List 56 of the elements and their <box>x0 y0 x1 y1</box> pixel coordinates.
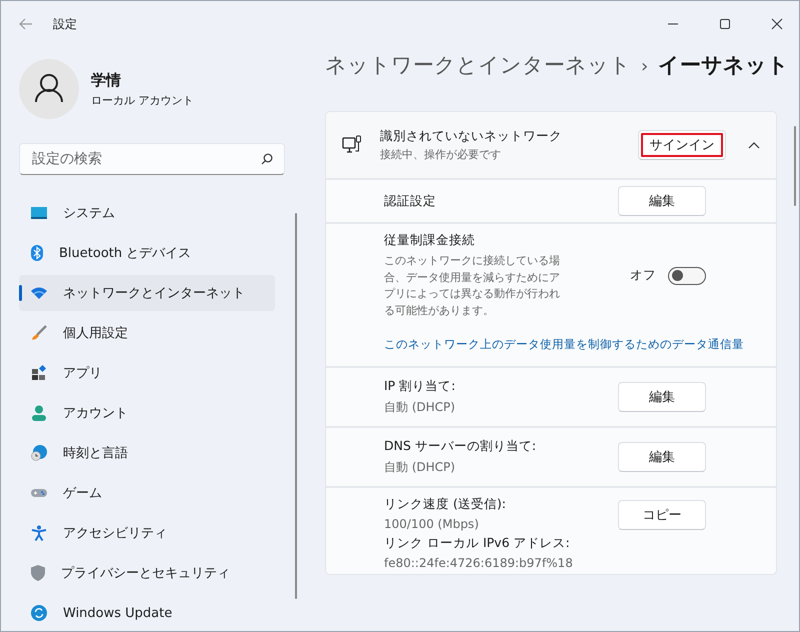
user-name: 学情 <box>91 70 122 90</box>
globe-clock-icon <box>31 445 47 461</box>
sidebar-item[interactable]: プライバシーとセキュリティ <box>19 555 275 591</box>
network-name: 識別されていないネットワーク <box>380 128 563 145</box>
search-icon <box>261 153 273 165</box>
edit-button[interactable]: 編集 <box>618 186 706 216</box>
refresh-icon <box>31 605 47 621</box>
sidebar-item[interactable]: 個人用設定 <box>19 315 275 351</box>
brush-icon <box>31 325 47 341</box>
data-limit-link[interactable]: このネットワーク上のデータ使用量を制御するためのデータ通信量 <box>384 337 772 352</box>
sidebar-item[interactable]: アカウント <box>19 395 275 431</box>
setting-description: このネットワークに接続している場合、データ使用量を減らすためにアプリによっては異なる動作が行われる可能性があります。 <box>384 253 561 318</box>
maximize-icon[interactable] <box>719 18 731 30</box>
shield-icon <box>31 565 45 581</box>
sidebar-item[interactable]: 時刻と言語 <box>19 435 275 471</box>
monitor-icon <box>31 205 47 221</box>
bluetooth-icon <box>31 245 43 261</box>
sidebar-item[interactable]: アクセシビリティ <box>19 515 275 551</box>
apps-icon <box>31 365 47 381</box>
setting-label: 従量制課金接続 <box>384 232 476 249</box>
setting-label: 認証設定 <box>384 192 437 210</box>
setting-value: 自動 (DHCP) <box>384 399 456 416</box>
edit-button[interactable]: 編集 <box>618 442 706 472</box>
copy-button[interactable]: コピー <box>618 500 706 530</box>
edit-button[interactable]: 編集 <box>618 382 706 412</box>
account-type: ローカル アカウント <box>91 92 194 108</box>
setting-value: 自動 (DHCP) <box>384 459 456 476</box>
breadcrumb-parent[interactable]: ネットワークとインターネット <box>325 51 631 79</box>
gamepad-icon <box>31 487 47 499</box>
search-field[interactable]: 設定の検索 <box>19 143 285 175</box>
setting-label: IP 割り当て: <box>384 378 456 395</box>
property-value: fe80::24fe:4726:6189:b97f%18 <box>384 556 574 570</box>
property-value: 100/100 (Mbps) <box>384 517 480 531</box>
setting-label: DNS サーバーの割り当て: <box>384 438 538 455</box>
property-label: リンク速度 (送受信): <box>384 496 507 513</box>
wifi-icon <box>31 287 47 299</box>
property-label: リンク ローカル IPv6 アドレス: <box>384 535 571 552</box>
sign-in-button[interactable]: サインイン <box>638 130 726 160</box>
sidebar-item[interactable]: Bluetooth とデバイス <box>19 235 275 271</box>
toggle-state-label: オフ <box>630 267 656 284</box>
accessibility-icon <box>31 525 47 541</box>
breadcrumb-separator: › <box>641 56 648 77</box>
page-title: イーサネット <box>658 52 790 79</box>
chevron-icon[interactable] <box>748 141 760 149</box>
sidebar-item[interactable]: ゲーム <box>19 475 275 511</box>
network-status: 接続中、操作が必要です <box>380 147 502 162</box>
close-icon[interactable] <box>771 18 783 30</box>
sidebar-item[interactable]: システム <box>19 195 275 231</box>
person-icon <box>31 405 47 421</box>
toggle-switch[interactable] <box>668 266 706 284</box>
wired-computer-icon <box>342 135 362 155</box>
sidebar-item[interactable]: アプリ <box>19 355 275 391</box>
sidebar-item[interactable]: ネットワークとインターネット <box>19 275 275 311</box>
window-title: 設定 <box>53 16 77 32</box>
avatar-icon <box>19 59 79 119</box>
sidebar-item[interactable]: Windows Update <box>19 595 275 631</box>
